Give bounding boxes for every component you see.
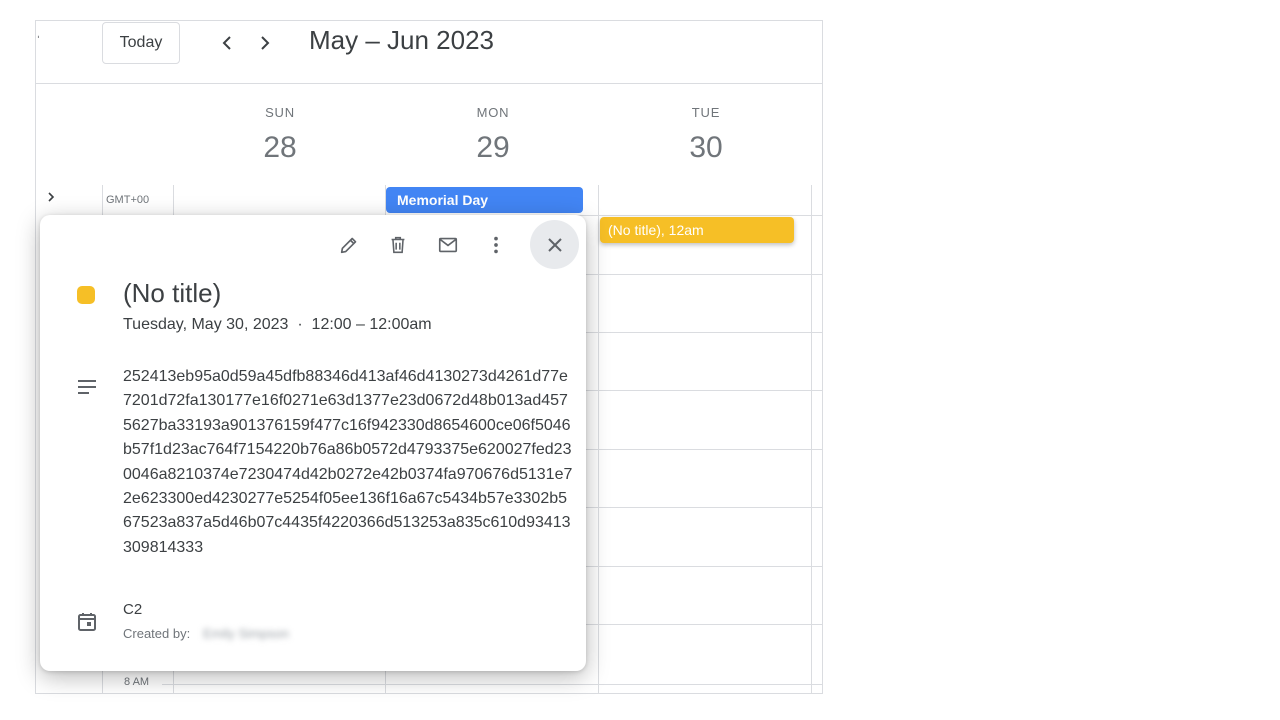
created-by-label: Created by: — [123, 626, 191, 641]
day-name-sun: SUN — [265, 105, 295, 120]
day-number-30[interactable]: 30 — [656, 131, 756, 165]
more-options-button[interactable] — [480, 229, 512, 261]
grid-divider — [585, 274, 822, 275]
day-name-tue: TUE — [691, 105, 721, 120]
period-title: May – Jun 2023 — [309, 25, 495, 55]
creator-name: Emily Simpson — [203, 626, 289, 641]
event-description: 252413eb95a0d59a45dfb88346d413af46d41302… — [123, 368, 573, 556]
chevron-right-icon — [261, 36, 270, 50]
grid-divider — [585, 624, 822, 625]
no-title-event-chip[interactable]: (No title), 12am — [600, 217, 794, 243]
day-number-28[interactable]: 28 — [230, 131, 330, 165]
grid-divider — [598, 185, 599, 693]
event-color-indicator — [77, 286, 95, 304]
calendar-icon — [77, 612, 97, 637]
grid-divider — [162, 684, 822, 685]
event-details-popup: (No title) Tuesday, May 30, 2023 · 12:00… — [40, 215, 586, 671]
grid-divider — [585, 566, 822, 567]
description-icon — [77, 379, 97, 400]
grid-divider — [585, 449, 822, 450]
day-name-mon: MON — [476, 105, 510, 120]
chevron-left-icon — [222, 36, 231, 50]
grid-divider — [585, 332, 822, 333]
email-guests-button[interactable] — [432, 229, 464, 261]
event-title: (No title) — [123, 278, 222, 308]
more-vert-icon — [494, 236, 498, 254]
calendar-header: ˈ Today May – Jun 2023 — [36, 21, 822, 84]
timezone-label: GMT+00 — [106, 194, 150, 206]
calendar-name: C2 — [123, 601, 143, 618]
edit-button[interactable] — [333, 229, 365, 261]
time-label: 8 AM — [124, 676, 150, 688]
grid-divider — [585, 390, 822, 391]
event-date-time: Tuesday, May 30, 2023 · 12:00 – 12:00am — [123, 316, 432, 333]
email-icon — [438, 237, 458, 253]
grid-divider — [811, 185, 812, 693]
day-number-29[interactable]: 29 — [443, 131, 543, 165]
delete-button[interactable] — [382, 229, 414, 261]
edit-icon — [340, 237, 357, 254]
previous-button[interactable] — [212, 27, 242, 59]
expand-allday-button[interactable] — [46, 190, 56, 208]
today-button[interactable]: Today — [102, 22, 180, 64]
menu-edge: ˈ — [36, 33, 41, 49]
close-button[interactable] — [530, 220, 579, 269]
delete-icon — [391, 236, 405, 254]
next-button[interactable] — [250, 27, 280, 59]
grid-divider — [585, 507, 822, 508]
memorial-day-event[interactable]: Memorial Day — [386, 187, 583, 213]
chevron-right-icon — [48, 192, 55, 202]
close-icon — [547, 237, 562, 252]
